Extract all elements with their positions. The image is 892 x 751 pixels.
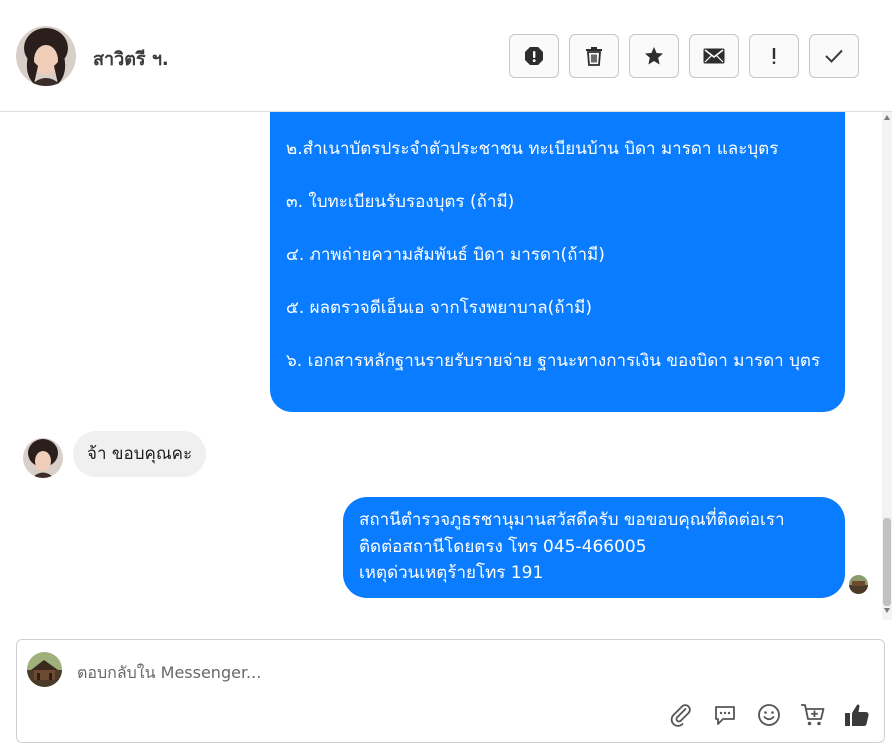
message-line: ๒.สำเนาบัตรประจำตัวประชาชน ทะเบียนบ้าน บ…	[286, 139, 779, 159]
scroll-down-arrow-icon[interactable]	[884, 608, 890, 613]
done-button[interactable]	[809, 34, 859, 78]
delete-button[interactable]	[569, 34, 619, 78]
contact-name: สาวิตรี ฯ.	[93, 49, 169, 70]
paperclip-icon	[670, 704, 691, 727]
message-thread: ๒.สำเนาบัตรประจำตัวประชาชน ทะเบียนบ้าน บ…	[0, 112, 892, 628]
trash-icon	[586, 47, 602, 66]
important-button[interactable]	[749, 34, 799, 78]
message-line: ๔. ภาพถ่ายความสัมพันธ์ บิดา มารดา(ถ้ามี)	[286, 245, 605, 265]
thumbs-up-icon	[845, 704, 869, 726]
header-actions	[509, 34, 859, 78]
page-avatar	[27, 652, 62, 687]
incoming-message: จ้า ขอบคุณคะ	[73, 431, 207, 477]
scrollbar-thumb[interactable]	[883, 518, 891, 606]
like-button[interactable]	[844, 702, 870, 728]
envelope-icon	[703, 48, 725, 64]
attach-button[interactable]	[668, 702, 694, 728]
message-line: ติดต่อสถานีโดยตรง โทร 045-466005	[359, 536, 647, 557]
mark-unread-button[interactable]	[689, 34, 739, 78]
star-icon	[645, 47, 663, 65]
reply-input[interactable]	[77, 660, 777, 684]
emoji-button[interactable]	[756, 702, 782, 728]
alert-circle-icon	[525, 47, 543, 65]
saved-replies-button[interactable]	[712, 702, 738, 728]
seen-indicator-avatar	[849, 575, 868, 594]
outgoing-message: สถานีตำรวจภูธรชานุมานสวัสดีครับ ขอขอบคุณ…	[343, 497, 845, 598]
exclamation-icon	[772, 48, 776, 64]
sender-avatar[interactable]	[23, 438, 63, 478]
composer-toolbar	[668, 702, 870, 728]
scroll-up-arrow-icon[interactable]	[884, 115, 890, 120]
report-button[interactable]	[509, 34, 559, 78]
contact-avatar[interactable]	[16, 26, 76, 86]
smiley-icon	[758, 704, 780, 726]
star-button[interactable]	[629, 34, 679, 78]
outgoing-message: ๒.สำเนาบัตรประจำตัวประชาชน ทะเบียนบ้าน บ…	[270, 112, 845, 412]
message-line: ๖. เอกสารหลักฐานรายรับรายจ่าย ฐานะทางการ…	[286, 351, 821, 371]
message-line: สถานีตำรวจภูธรชานุมานสวัสดีครับ ขอขอบคุณ…	[359, 510, 785, 530]
cart-plus-icon	[801, 704, 825, 726]
conversation-header: สาวิตรี ฯ.	[0, 0, 892, 112]
message-line: เหตุด่วนเหตุร้ายโทร 191	[359, 563, 544, 583]
checkmark-icon	[825, 49, 843, 63]
reply-composer	[16, 639, 885, 743]
chat-bubble-icon	[715, 706, 735, 725]
message-line: ๓. ใบทะเบียนรับรองบุตร (ถ้ามี)	[286, 192, 515, 212]
add-to-cart-button[interactable]	[800, 702, 826, 728]
message-line: ๕. ผลตรวจดีเอ็นเอ จากโรงพยาบาล(ถ้ามี)	[286, 298, 592, 318]
thread-scrollbar[interactable]	[882, 112, 892, 620]
